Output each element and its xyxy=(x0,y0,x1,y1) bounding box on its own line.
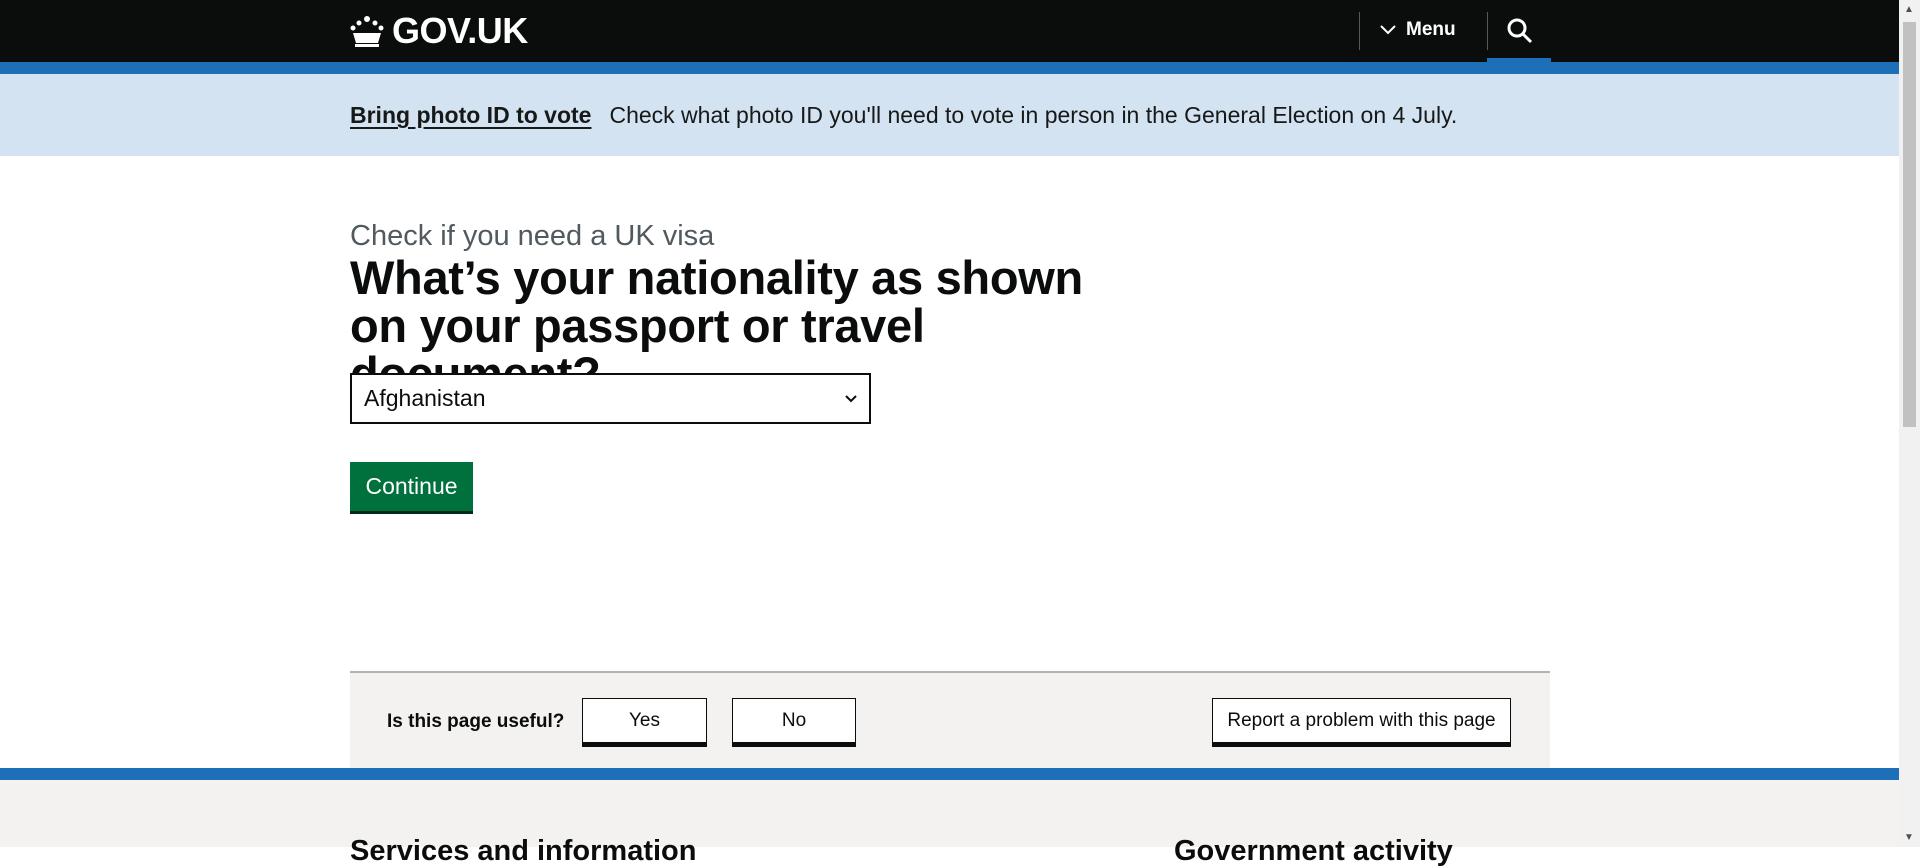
page-caption: Check if you need a UK visa xyxy=(350,220,715,252)
select-value: Afghanistan xyxy=(364,385,486,411)
scrollbar-thumb[interactable] xyxy=(1903,22,1916,427)
logo-text: GOV.UK xyxy=(392,10,528,51)
scroll-down-icon[interactable]: ▼ xyxy=(1904,832,1914,843)
nationality-select[interactable]: Afghanistan xyxy=(350,373,871,424)
menu-label: Menu xyxy=(1406,19,1456,40)
crown-icon xyxy=(350,16,384,47)
menu-button[interactable]: Menu xyxy=(1380,19,1456,41)
banner-text: Check what photo ID you'll need to vote … xyxy=(609,102,1458,128)
divider xyxy=(1487,12,1488,50)
emergency-banner: Bring photo ID to vote Check what photo … xyxy=(0,74,1899,156)
search-icon xyxy=(1507,18,1533,44)
site-header: GOV.UK Menu xyxy=(0,0,1899,62)
no-button[interactable]: No xyxy=(732,698,856,747)
chevron-down-icon xyxy=(845,394,857,402)
scrollbar[interactable]: ▲ ▼ xyxy=(1899,0,1920,847)
scroll-up-icon[interactable]: ▲ xyxy=(1904,4,1914,15)
continue-button[interactable]: Continue xyxy=(350,462,473,511)
yes-button[interactable]: Yes xyxy=(582,698,707,747)
banner-link[interactable]: Bring photo ID to vote xyxy=(350,102,591,129)
footer-blue-bar xyxy=(0,768,1899,780)
chevron-down-icon xyxy=(1380,25,1396,35)
search-button[interactable] xyxy=(1505,16,1535,51)
govuk-logo-link[interactable]: GOV.UK xyxy=(350,10,528,52)
divider xyxy=(1359,12,1360,50)
header-blue-bar xyxy=(0,62,1899,74)
footer-heading-services: Services and information xyxy=(350,835,697,867)
feedback-panel: Is this page useful? Yes No Report a pro… xyxy=(350,671,1550,768)
footer-heading-government: Government activity xyxy=(1174,835,1453,867)
feedback-question: Is this page useful? xyxy=(387,711,565,732)
report-problem-button[interactable]: Report a problem with this page xyxy=(1212,698,1511,747)
site-footer: Services and information Government acti… xyxy=(0,780,1899,867)
